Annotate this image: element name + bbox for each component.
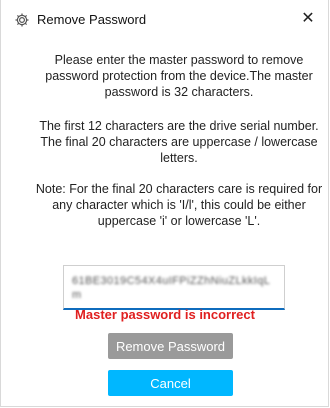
note-text: Note: For the final 20 characters care i… xyxy=(35,182,323,228)
instruction-text: Please enter the master password to remo… xyxy=(45,53,313,99)
cancel-button[interactable]: Cancel xyxy=(108,370,233,396)
remove-password-dialog: Remove Password ✕ Please enter the maste… xyxy=(0,0,329,407)
close-icon[interactable]: ✕ xyxy=(297,8,319,30)
remove-password-button[interactable]: Remove Password xyxy=(108,333,233,359)
dialog-title: Remove Password xyxy=(37,12,147,27)
title-bar: Remove Password ✕ xyxy=(1,0,328,40)
serial-info-text: The first 12 characters are the drive se… xyxy=(39,119,319,165)
gear-icon xyxy=(14,12,30,28)
error-message: Master password is incorrect xyxy=(75,307,255,322)
master-password-field[interactable]: 61BE3019C54X4uIFPiZZhNiuZLkkIqLm xyxy=(63,265,285,310)
password-value: 61BE3019C54X4uIFPiZZhNiuZLkkIqLm xyxy=(72,275,271,301)
